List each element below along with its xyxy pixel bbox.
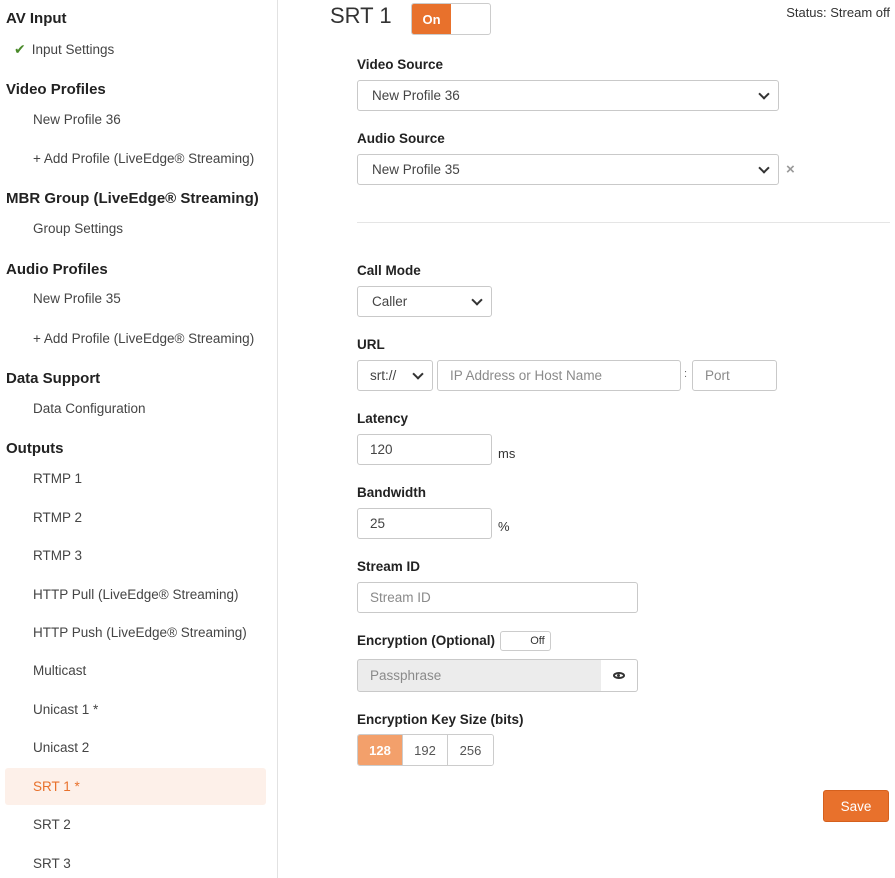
url-scheme-value: srt:// <box>370 368 397 383</box>
passphrase-input[interactable]: Passphrase <box>357 659 602 692</box>
toggle-on-label: On <box>412 4 451 34</box>
save-button[interactable]: Save <box>823 790 889 822</box>
latency-unit: ms <box>498 446 516 461</box>
video-source-label: Video Source <box>357 57 444 72</box>
audio-source-value: New Profile 35 <box>372 162 460 177</box>
key-size-option-192[interactable]: 192 <box>403 735 448 765</box>
video-source-value: New Profile 36 <box>372 88 460 103</box>
sidebar-item-data-configuration[interactable]: Data Configuration <box>33 401 146 416</box>
sidebar-item-http-pull[interactable]: HTTP Pull (LiveEdge® Streaming) <box>33 587 239 602</box>
close-icon[interactable]: × <box>786 161 795 178</box>
sidebar-item-unicast-1[interactable]: Unicast 1 * <box>33 702 98 717</box>
sidebar-item-rtmp-1[interactable]: RTMP 1 <box>33 471 82 486</box>
sidebar-item-audio-profile[interactable]: New Profile 35 <box>33 291 121 306</box>
bandwidth-unit: % <box>498 519 510 534</box>
url-port-separator: : <box>684 368 688 380</box>
toggle-knob <box>501 632 525 650</box>
sidebar-item-label: Input Settings <box>31 42 115 57</box>
status-text: Status: Stream off <box>786 5 890 20</box>
show-passphrase-button[interactable] <box>601 659 638 692</box>
call-mode-select[interactable]: Caller <box>357 286 492 317</box>
sidebar-item-group-settings[interactable]: Group Settings <box>33 221 123 236</box>
call-mode-value: Caller <box>372 294 408 309</box>
eye-icon <box>613 672 625 679</box>
bandwidth-label: Bandwidth <box>357 485 426 500</box>
section-divider <box>357 222 890 223</box>
sidebar-item-srt-1[interactable]: SRT 1 * <box>33 779 80 794</box>
sidebar-item-srt-2[interactable]: SRT 2 <box>33 817 71 832</box>
chevron-down-icon <box>758 162 770 174</box>
sidebar-section-video-profiles: Video Profiles <box>6 81 106 98</box>
chevron-down-icon <box>412 368 424 380</box>
call-mode-label: Call Mode <box>357 263 421 278</box>
sidebar-section-mbr-group: MBR Group (LiveEdge® Streaming) <box>6 190 259 207</box>
host-input[interactable]: IP Address or Host Name <box>437 360 681 391</box>
latency-input[interactable]: 120 <box>357 434 492 465</box>
key-size-label: Encryption Key Size (bits) <box>357 712 524 727</box>
sidebar-item-rtmp-3[interactable]: RTMP 3 <box>33 548 82 563</box>
sidebar: AV Input ✔ Input Settings Video Profiles… <box>0 0 278 878</box>
url-scheme-select[interactable]: srt:// <box>357 360 433 391</box>
sidebar-section-outputs: Outputs <box>6 440 64 457</box>
main-panel: SRT 1 On Status: Stream off Video Source… <box>279 0 895 878</box>
enable-toggle[interactable]: On <box>411 3 491 35</box>
sidebar-item-srt-3[interactable]: SRT 3 <box>33 856 71 871</box>
key-size-segmented: 128 192 256 <box>357 734 494 766</box>
toggle-off-label: Off <box>530 635 545 647</box>
page-title: SRT 1 <box>330 3 392 28</box>
latency-label: Latency <box>357 411 409 426</box>
video-source-select[interactable]: New Profile 36 <box>357 80 779 111</box>
chevron-down-icon <box>471 294 483 306</box>
sidebar-item-video-profile[interactable]: New Profile 36 <box>33 112 121 127</box>
port-input[interactable]: Port <box>692 360 777 391</box>
sidebar-item-input-settings[interactable]: ✔ Input Settings <box>14 41 114 58</box>
sidebar-section-av-input: AV Input <box>6 10 67 27</box>
encryption-label: Encryption (Optional) <box>357 633 495 648</box>
sidebar-section-audio-profiles: Audio Profiles <box>6 261 108 278</box>
sidebar-item-unicast-2[interactable]: Unicast 2 <box>33 740 89 755</box>
stream-id-input[interactable]: Stream ID <box>357 582 638 613</box>
sidebar-item-http-push[interactable]: HTTP Push (LiveEdge® Streaming) <box>33 625 247 640</box>
key-size-option-128[interactable]: 128 <box>358 735 403 765</box>
sidebar-item-add-audio-profile[interactable]: + Add Profile (LiveEdge® Streaming) <box>33 331 254 346</box>
audio-source-label: Audio Source <box>357 131 445 146</box>
bandwidth-input[interactable]: 25 <box>357 508 492 539</box>
sidebar-item-add-video-profile[interactable]: + Add Profile (LiveEdge® Streaming) <box>33 151 254 166</box>
key-size-option-256[interactable]: 256 <box>448 735 493 765</box>
chevron-down-icon <box>758 88 770 100</box>
sidebar-item-multicast[interactable]: Multicast <box>33 663 86 678</box>
stream-id-label: Stream ID <box>357 559 421 574</box>
sidebar-item-rtmp-2[interactable]: RTMP 2 <box>33 510 82 525</box>
encryption-toggle[interactable]: Off <box>500 631 551 651</box>
url-label: URL <box>357 337 385 352</box>
check-icon: ✔ <box>14 41 26 57</box>
sidebar-section-data-support: Data Support <box>6 370 101 387</box>
audio-source-select[interactable]: New Profile 35 <box>357 154 779 185</box>
